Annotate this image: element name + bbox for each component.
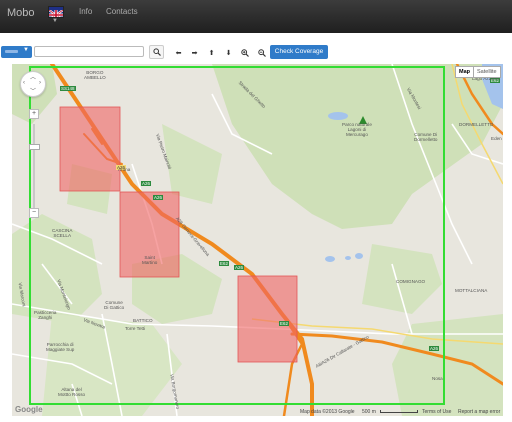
- arrow-right-icon: ➡: [191, 49, 198, 57]
- language-caret-icon[interactable]: ▼: [52, 18, 58, 24]
- map-attribution: Map data ©2013 Google: [300, 409, 355, 415]
- road-shield: E62: [219, 261, 230, 266]
- arrow-up-icon: ⬆: [208, 49, 215, 57]
- road-shield: SS148: [60, 86, 76, 91]
- chevron-right-icon[interactable]: ›: [39, 80, 41, 86]
- chevron-down-icon: ▼: [23, 47, 29, 53]
- map-zoom-out-button[interactable]: −: [29, 208, 39, 218]
- pan-control[interactable]: ︿ ﹀ ‹ ›: [20, 71, 46, 97]
- place-label: BORGO AMBELLO: [84, 70, 106, 80]
- road-shield: A26: [141, 181, 152, 186]
- place-label: Altana del Mottto Rosso: [58, 387, 86, 397]
- search-icon: [152, 48, 161, 56]
- map-base: [12, 64, 503, 416]
- road-shield: A26: [429, 346, 440, 351]
- place-label: Eden: [491, 136, 502, 141]
- search-button[interactable]: [149, 45, 164, 59]
- chevron-left-icon[interactable]: ‹: [23, 80, 25, 86]
- app-brand[interactable]: Mobo: [7, 7, 35, 19]
- arrow-left-icon: ⬅: [175, 49, 182, 57]
- address-search-input[interactable]: [34, 46, 144, 57]
- pan-right-button[interactable]: ➡: [188, 46, 201, 59]
- place-label: Comune Di Gattico: [104, 300, 125, 310]
- place-label: Parco naturale Lagoni di Mercurago: [342, 122, 372, 137]
- chevron-up-icon[interactable]: ︿: [30, 72, 36, 81]
- place-label: Saint Martino: [142, 255, 158, 265]
- zoom-out-icon: [257, 48, 266, 57]
- place-label: Pasticceria Zanghi: [34, 310, 57, 320]
- place-label: Nosa: [432, 376, 443, 381]
- menu-dropdown-button[interactable]: ▼: [1, 46, 32, 58]
- check-coverage-button[interactable]: Check Coverage: [270, 45, 328, 59]
- map-type-map-button[interactable]: Map: [455, 66, 474, 78]
- google-logo: Google: [15, 405, 43, 414]
- map-zoom-in-button[interactable]: +: [29, 109, 39, 119]
- nav-link-info[interactable]: Info: [79, 7, 92, 16]
- zoom-slider-handle[interactable]: [29, 144, 40, 150]
- terms-of-use-link[interactable]: Terms of Use: [422, 409, 451, 415]
- zoom-out-button[interactable]: [255, 46, 268, 59]
- zoom-in-icon: [240, 48, 249, 57]
- place-label: Comune Di Dormelletto: [414, 132, 438, 142]
- place-label: CASCINA SCELLA: [52, 228, 73, 238]
- zoom-slider-track[interactable]: [33, 124, 35, 212]
- road-shield: A26: [234, 265, 245, 270]
- map-canvas[interactable]: SS148 A26 A26 E62 A26 E62 A26 E62 A26 BO…: [12, 64, 503, 416]
- map-type-satellite-button[interactable]: Satellite: [473, 66, 501, 78]
- dropdown-label-bar: [5, 50, 18, 53]
- chevron-down-icon[interactable]: ﹀: [30, 86, 36, 95]
- place-label: BATTICO: [133, 318, 153, 323]
- report-map-error-link[interactable]: Report a map error: [458, 409, 500, 415]
- place-label: Parrocchia di Maggiate Sup: [46, 342, 75, 352]
- map-scale-bar: [380, 410, 418, 413]
- road-shield: E62: [279, 321, 290, 326]
- zoom-in-button[interactable]: [238, 46, 251, 59]
- place-label: COMIGNAGO: [396, 279, 426, 284]
- nav-link-contacts[interactable]: Contacts: [106, 7, 138, 16]
- place-label: MOTTALCIANA: [455, 288, 488, 293]
- pan-left-button[interactable]: ⬅: [172, 46, 185, 59]
- place-label: Torre Tetti: [125, 326, 146, 331]
- arrow-down-icon: ⬇: [225, 49, 232, 57]
- road-shield: A26: [153, 195, 164, 200]
- place-label: Arona: [118, 167, 131, 172]
- place-label: DORMELLETTO: [459, 122, 494, 127]
- map-scale-label: 500 m: [362, 409, 376, 415]
- top-navbar: Mobo ▼ Info Contacts: [0, 0, 512, 34]
- uk-flag-icon[interactable]: [48, 6, 64, 18]
- pan-up-button[interactable]: ⬆: [205, 46, 218, 59]
- pan-down-button[interactable]: ⬇: [222, 46, 235, 59]
